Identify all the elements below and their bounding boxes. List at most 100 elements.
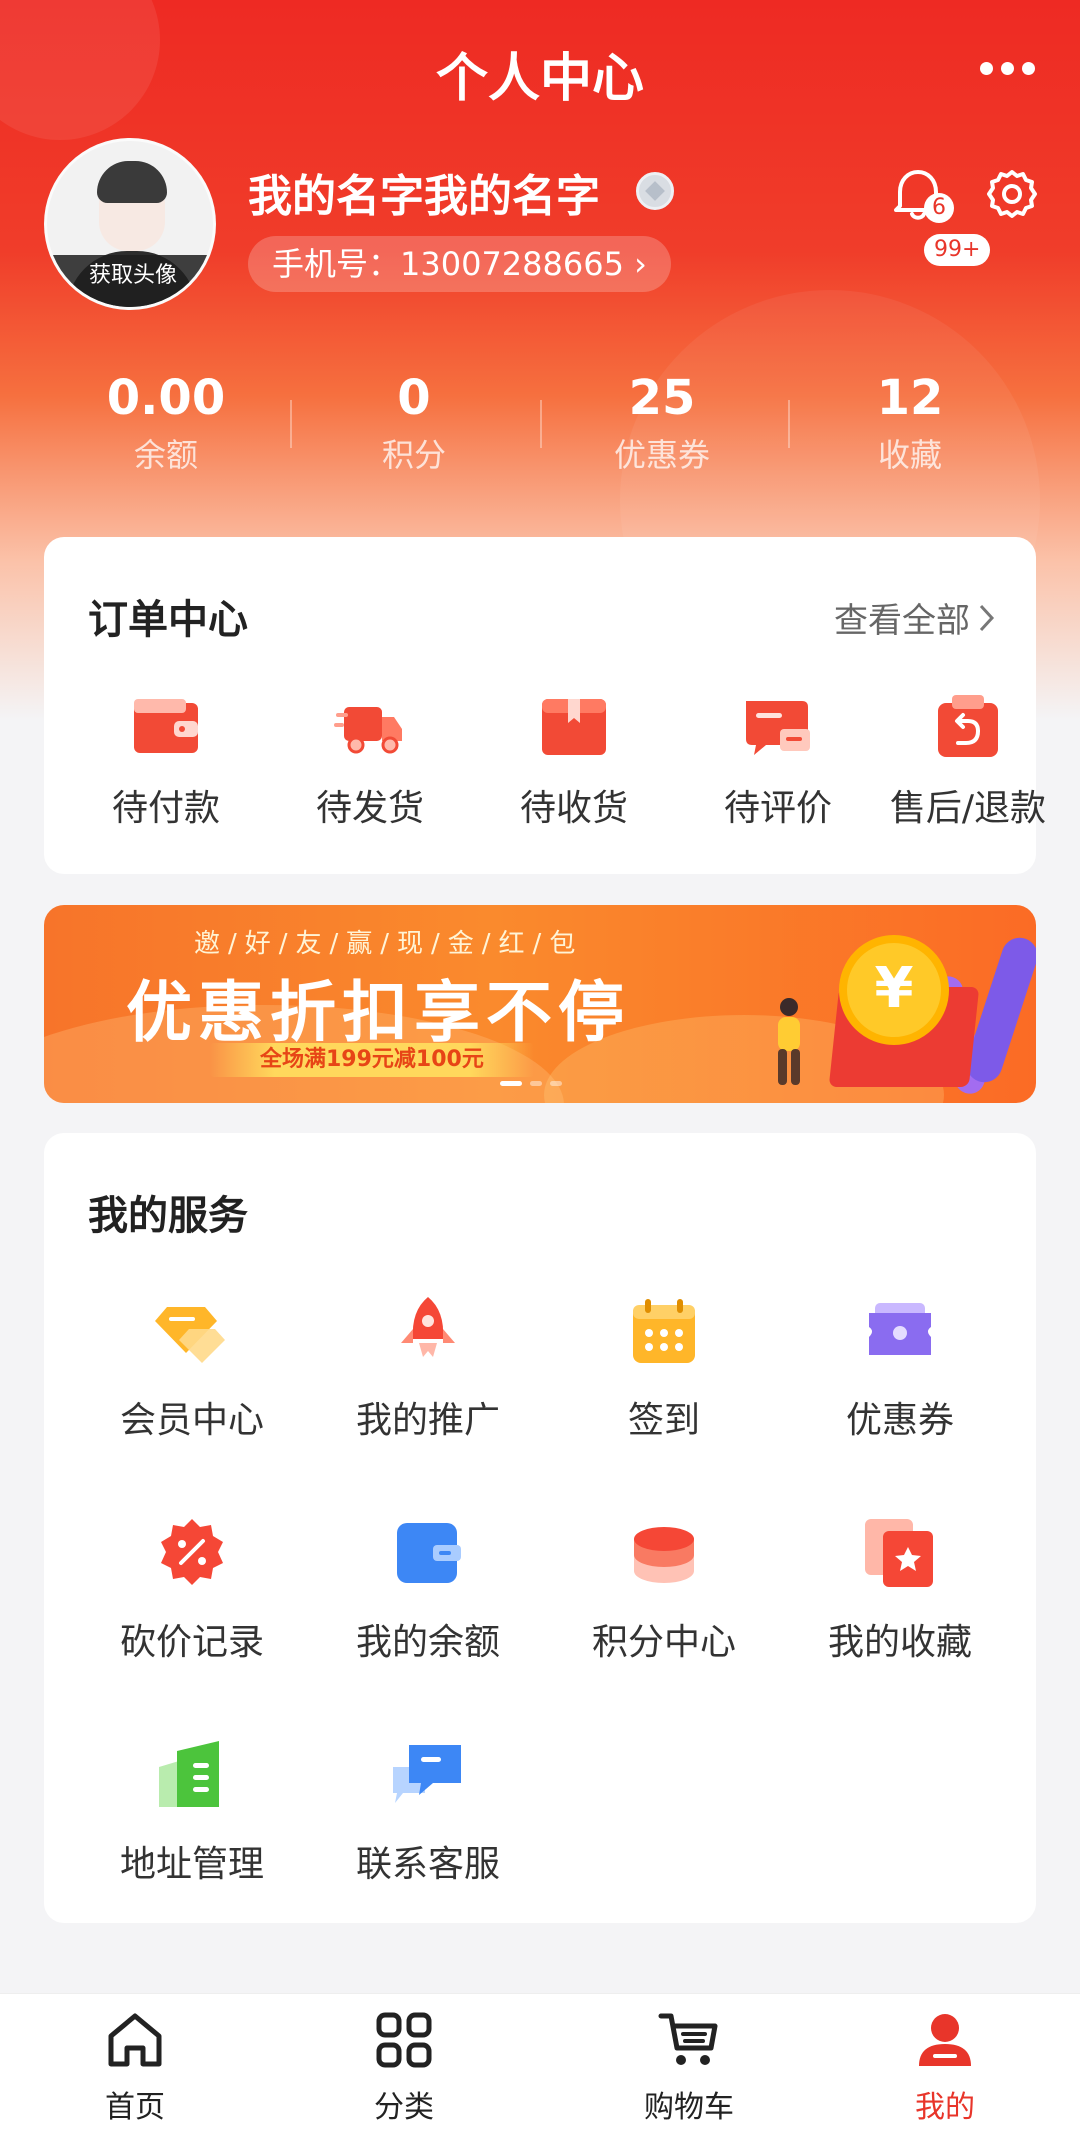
- order-pending-shipment[interactable]: 待发货: [280, 691, 460, 831]
- view-all-orders-link[interactable]: 查看全部: [834, 593, 996, 642]
- points-icon: [634, 1527, 694, 1583]
- stat-value: 0: [397, 370, 431, 426]
- order-item-label: 待收货: [519, 788, 628, 829]
- wallet-icon: [134, 699, 198, 753]
- banner-pagination: [500, 1081, 562, 1086]
- stat-coupons[interactable]: 25 优惠券: [538, 368, 786, 482]
- cart-icon: [658, 2013, 718, 2065]
- more-dot: [1001, 61, 1014, 75]
- service-address-management[interactable]: 地址管理: [74, 1737, 310, 1887]
- stat-label: 收藏: [877, 436, 942, 474]
- package-icon: [542, 699, 606, 755]
- stat-balance[interactable]: 0.00 余额: [42, 368, 290, 482]
- tab-label: 分类: [374, 2090, 434, 2125]
- service-vip-center[interactable]: 会员中心: [74, 1293, 310, 1443]
- page-title: 个人中心: [435, 49, 644, 109]
- stat-favorites[interactable]: 12 收藏: [786, 368, 1034, 482]
- banner-headline: 优惠折扣享不停: [126, 974, 630, 1051]
- rocket-icon: [401, 1297, 455, 1357]
- service-points-center[interactable]: 积分中心: [546, 1515, 782, 1665]
- services-card: 我的服务 会员中心 我的推广 签到 优惠券 砍价记录 我的余额 积分中心 我的收…: [44, 1133, 1036, 1923]
- banner-subtitle: 邀/好/友/赢/现/金/红/包: [194, 929, 584, 959]
- order-pending-receipt[interactable]: 待收货: [484, 691, 664, 831]
- service-label: 我的收藏: [827, 1622, 972, 1663]
- stat-points[interactable]: 0 积分: [290, 368, 538, 482]
- discount-icon: [161, 1519, 223, 1585]
- calendar-icon: [633, 1299, 695, 1363]
- service-chat-icon: [393, 1745, 461, 1803]
- service-my-balance[interactable]: 我的余额: [310, 1515, 546, 1665]
- phone-number-pill[interactable]: 手机号：13007288665 ›: [248, 236, 671, 292]
- favorite-icon: [865, 1519, 933, 1587]
- address-icon: [159, 1741, 219, 1807]
- refund-icon: [938, 695, 998, 757]
- services-title: 我的服务: [88, 1193, 248, 1239]
- service-customer-support[interactable]: 联系客服: [310, 1737, 546, 1887]
- banner-tag: 全场满199元减100元: [210, 1043, 534, 1077]
- user-name: 我的名字我的名字: [248, 171, 600, 222]
- tab-label: 首页: [105, 2090, 165, 2125]
- order-item-label: 待付款: [111, 788, 220, 829]
- avatar-caption[interactable]: 获取头像: [47, 255, 213, 307]
- avatar-hair: [97, 161, 167, 203]
- title-bar: 个人中心: [0, 0, 1080, 140]
- service-my-favorites[interactable]: 我的收藏: [782, 1515, 1018, 1665]
- avatar[interactable]: 获取头像: [44, 138, 216, 310]
- tab-label: 购物车: [644, 2090, 734, 2125]
- user-icon: [919, 2014, 971, 2066]
- review-icon: [746, 701, 810, 755]
- service-coupons[interactable]: 优惠券: [782, 1293, 1018, 1443]
- home-icon: [108, 2013, 162, 2067]
- order-item-label: 待发货: [315, 788, 424, 829]
- stat-label: 余额: [133, 436, 198, 474]
- service-bargain-records[interactable]: 砍价记录: [74, 1515, 310, 1665]
- order-item-label: 待评价: [723, 788, 832, 829]
- order-item-label: 售后/退款: [889, 788, 1047, 829]
- service-label: 我的余额: [355, 1622, 500, 1663]
- balance-icon: [397, 1523, 461, 1583]
- tab-label: 我的: [915, 2090, 975, 2125]
- gear-icon: [987, 170, 1037, 218]
- service-label: 签到: [627, 1400, 700, 1441]
- order-pending-review[interactable]: 待评价: [688, 691, 868, 831]
- service-promotion[interactable]: 我的推广: [310, 1293, 546, 1443]
- stat-value: 25: [628, 370, 696, 426]
- bottom-tab-bar: 首页 分类 购物车 我的: [0, 1993, 1080, 2137]
- vip-icon: [155, 1307, 225, 1363]
- service-label: 会员中心: [119, 1400, 264, 1441]
- notification-badge: 6: [924, 193, 954, 223]
- service-check-in[interactable]: 签到: [546, 1293, 782, 1443]
- promo-banner[interactable]: 邀/好/友/赢/现/金/红/包 优惠折扣享不停 全场满199元减100元 ¥: [44, 905, 1036, 1103]
- settings-button[interactable]: [986, 168, 1038, 220]
- service-label: 优惠券: [845, 1400, 954, 1441]
- tab-mine[interactable]: 我的: [845, 2008, 1045, 2126]
- stat-label: 优惠券: [613, 436, 710, 474]
- category-icon: [376, 2012, 432, 2068]
- more-dot: [1022, 61, 1035, 75]
- stat-value: 12: [876, 370, 944, 426]
- person-illustration: [778, 998, 800, 1085]
- service-label: 积分中心: [591, 1622, 736, 1663]
- tab-category[interactable]: 分类: [304, 2008, 504, 2126]
- service-label: 联系客服: [355, 1844, 500, 1885]
- banner-dot: [500, 1081, 522, 1086]
- stat-value: 0.00: [106, 370, 226, 426]
- view-all-label: 查看全部: [834, 601, 970, 641]
- order-after-sales[interactable]: 售后/退款: [883, 691, 1053, 831]
- tab-cart[interactable]: 购物车: [589, 2008, 789, 2126]
- order-center-card: 订单中心 查看全部 待付款 待发货 待收货 待评价 售后/退款: [44, 537, 1046, 874]
- banner-dot: [550, 1081, 562, 1086]
- banner-dot: [530, 1081, 542, 1086]
- order-center-title: 订单中心: [88, 597, 248, 643]
- more-menu-button[interactable]: [980, 56, 1040, 80]
- coin-icon: ¥: [839, 935, 949, 1045]
- stats-row: 0.00 余额 0 积分 25 优惠券 12 收藏: [0, 368, 1080, 488]
- notification-count: 99+: [924, 234, 991, 266]
- verified-badge-icon: [636, 172, 674, 210]
- service-label: 砍价记录: [119, 1622, 264, 1663]
- chevron-right-icon: [979, 604, 995, 631]
- order-pending-payment[interactable]: 待付款: [76, 691, 256, 831]
- more-dots-icon: [980, 61, 993, 75]
- tab-home[interactable]: 首页: [35, 2008, 235, 2126]
- stat-label: 积分: [381, 436, 446, 474]
